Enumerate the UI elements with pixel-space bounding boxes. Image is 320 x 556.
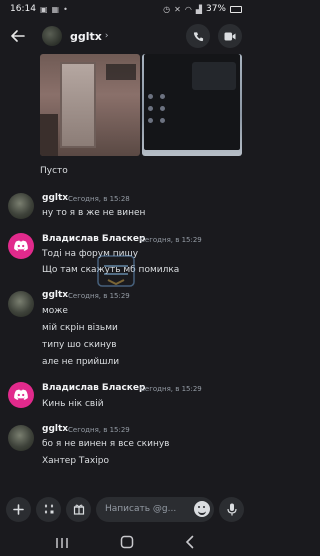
author-name[interactable]: Владислав Бласкер	[42, 383, 145, 393]
gift-icon[interactable]	[66, 496, 91, 522]
attachment-image-1[interactable]	[40, 54, 140, 156]
emoji-icon[interactable]	[194, 501, 210, 517]
avatar[interactable]	[8, 425, 34, 451]
wifi-icon: ◠	[184, 4, 192, 14]
message-composer: Написать @g...	[0, 492, 250, 526]
discord-logo-icon	[14, 240, 28, 251]
message-text: Кинь нік свій	[42, 399, 104, 409]
timestamp: Сегодня, в 15:29	[68, 292, 130, 300]
nav-back-icon[interactable]	[185, 534, 195, 553]
avatar[interactable]	[8, 193, 34, 219]
timestamp: Сегодня, в 15:29	[140, 385, 202, 393]
mute-icon: ✕	[174, 4, 181, 14]
channel-name[interactable]: ggltx	[70, 30, 102, 43]
clock: 16:14	[10, 4, 36, 14]
message-text: може	[42, 306, 68, 316]
timestamp: Сегодня, в 15:29	[140, 236, 202, 244]
discord-logo-icon	[14, 389, 28, 400]
video-icon[interactable]	[218, 24, 242, 48]
recents-icon[interactable]	[55, 534, 69, 553]
phone-icon[interactable]	[186, 24, 210, 48]
alarm-icon: ◷	[163, 4, 171, 14]
avatar[interactable]	[8, 291, 34, 317]
avatar[interactable]	[8, 233, 34, 259]
author-name[interactable]: Владислав Бласкер	[42, 234, 145, 244]
message-input[interactable]: Написать @g...	[96, 496, 214, 522]
apps-icon[interactable]	[36, 496, 61, 522]
header-avatar[interactable]	[42, 26, 62, 46]
channel-header: ggltx ›	[0, 18, 250, 54]
signal-icon: ▟	[195, 4, 202, 14]
battery-percent: 37%	[205, 4, 226, 14]
author-name[interactable]: ggltx	[42, 193, 68, 203]
message-text: Хантер Тахіро	[42, 456, 109, 466]
chevron-right-icon[interactable]: ›	[105, 31, 109, 41]
message-input-placeholder: Написать @g...	[105, 504, 177, 514]
message-list: Пусто ggltx Сегодня, в 15:28 ну то я в ж…	[0, 156, 250, 488]
microphone-icon[interactable]	[219, 496, 244, 522]
notification-icon: ▣	[39, 4, 48, 14]
avatar[interactable]	[8, 382, 34, 408]
battery-icon	[230, 5, 242, 13]
back-arrow-icon[interactable]	[8, 26, 28, 46]
plus-icon[interactable]	[6, 496, 31, 522]
timestamp: Сегодня, в 15:28	[68, 195, 130, 203]
attachment-image-2[interactable]	[142, 54, 242, 156]
message-text: типу шо скинув	[42, 340, 117, 350]
home-icon[interactable]	[120, 534, 134, 553]
system-navigation-bar	[0, 530, 250, 556]
gallery-icon: ▦	[51, 4, 60, 14]
empty-caption: Пусто	[40, 166, 68, 176]
message-text: бо я не винен я все скинув	[42, 439, 170, 449]
message-text: ну то я в же не винен	[42, 208, 146, 218]
watermark-logo	[97, 255, 135, 287]
message-text: але не прийшли	[42, 357, 120, 367]
timestamp: Сегодня, в 15:29	[68, 426, 130, 434]
author-name[interactable]: ggltx	[42, 424, 68, 434]
status-bar: 16:14 ▣ ▦ • ◷ ✕ ◠ ▟ 37%	[0, 0, 250, 18]
author-name[interactable]: ggltx	[42, 290, 68, 300]
more-dots-icon: •	[63, 4, 68, 14]
message-text: мій скрін візьми	[42, 323, 118, 333]
